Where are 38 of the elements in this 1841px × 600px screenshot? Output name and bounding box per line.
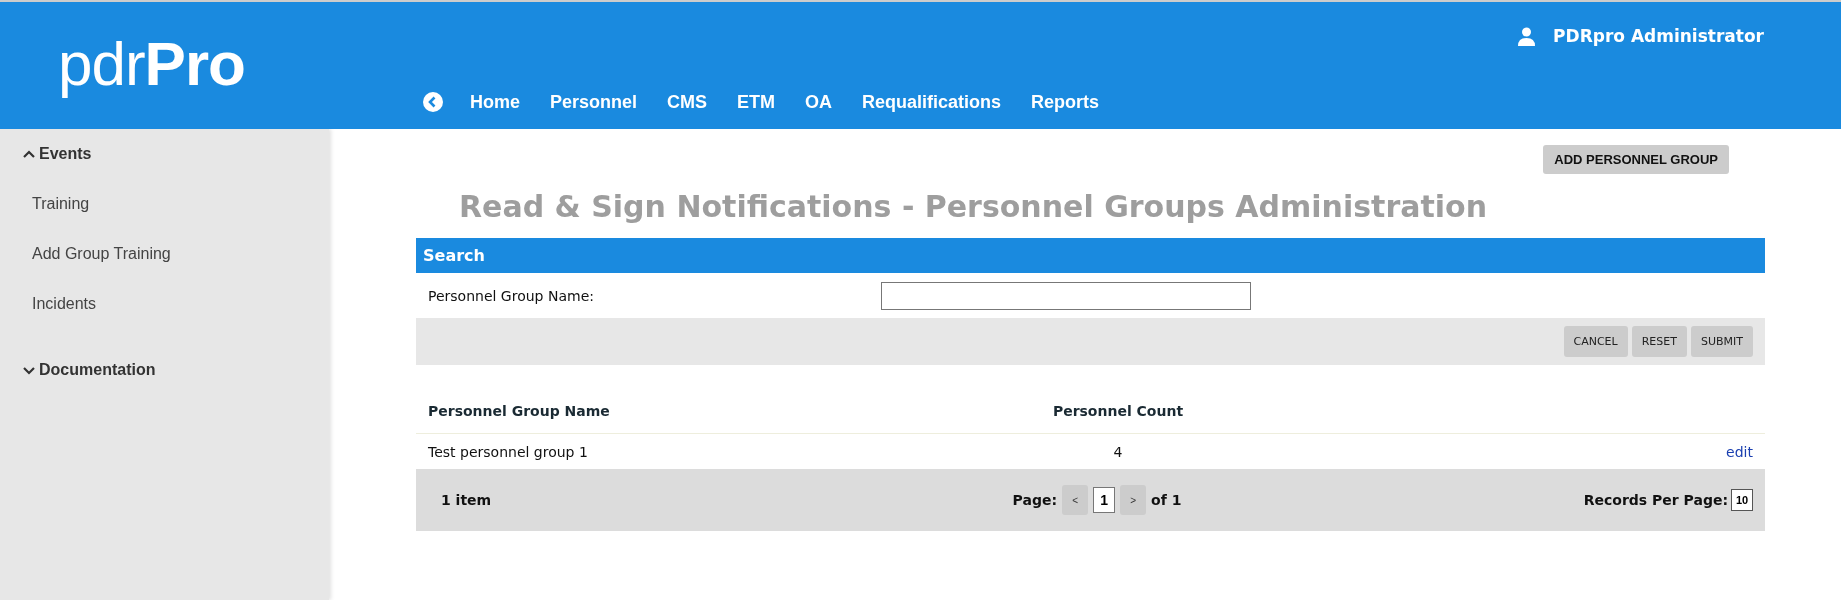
page-title: Read & Sign Notifications - Personnel Groups Administration — [459, 189, 1489, 224]
table-cell-text: Test personnel group 1 — [428, 443, 589, 460]
form-button[interactable]: SUBMIT — [1690, 326, 1753, 357]
search-heading: Search — [416, 238, 1765, 273]
field-label: Personnel Group Name: — [428, 287, 595, 304]
chevron-up-icon — [23, 149, 35, 159]
sidebar-item[interactable]: Incidents — [0, 295, 329, 313]
sidebar-section[interactable]: Events — [0, 145, 92, 163]
input-field[interactable] — [881, 281, 1251, 310]
page-field[interactable]: 1 — [1093, 487, 1116, 513]
records-per-page-field[interactable]: 10 — [1731, 489, 1753, 511]
nav-link[interactable]: Reports — [1016, 91, 1115, 113]
nav-link[interactable]: Requalifications — [847, 91, 1017, 113]
add-personnel-group-button[interactable]: ADD PERSONNEL GROUP — [1543, 145, 1729, 174]
logo: pdrPro — [57, 28, 246, 100]
form-button[interactable]: CANCEL — [1563, 326, 1628, 357]
page-label: Page: — [1012, 492, 1058, 508]
nav-link[interactable]: OA — [790, 91, 848, 113]
nav-link[interactable]: Home — [455, 91, 535, 113]
edit-link[interactable]: edit — [1726, 443, 1753, 460]
sidebar-item[interactable]: Add Group Training — [0, 245, 329, 263]
nav-link[interactable]: Personnel — [535, 91, 653, 113]
item-count: 1 item — [441, 492, 493, 508]
sidebar-item[interactable]: Training — [0, 195, 329, 213]
nav-link[interactable]: CMS — [652, 91, 723, 113]
table-cell-text: 4 — [1112, 443, 1124, 460]
next-page-button[interactable]: > — [1120, 485, 1147, 515]
nav-link[interactable]: ETM — [722, 91, 791, 113]
user-icon — [1518, 26, 1536, 46]
previous-page-button[interactable]: < — [1062, 485, 1089, 515]
column-header: Personnel Count — [1051, 403, 1185, 419]
chevron-down-icon — [23, 365, 35, 375]
page-total: of 1 — [1151, 492, 1182, 508]
column-header: Personnel Group Name — [428, 403, 611, 419]
form-button[interactable]: RESET — [1631, 326, 1687, 357]
records-per-page-label: Records Per Page: — [1583, 492, 1728, 508]
user-name: PDRpro Administrator — [1553, 26, 1764, 46]
sidebar-section[interactable]: Documentation — [0, 361, 156, 379]
